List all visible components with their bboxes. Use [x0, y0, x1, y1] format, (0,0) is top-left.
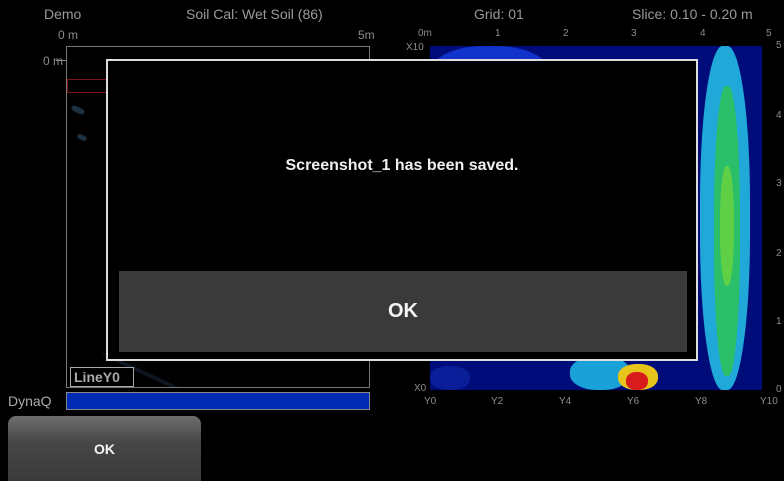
map-x-bottom-1: Y2 — [491, 396, 504, 407]
scan-progress-bar — [66, 392, 370, 410]
map-x-bottom-4: Y8 — [695, 396, 708, 407]
map-y-4: 4 — [776, 110, 782, 121]
cursor-marker — [67, 79, 109, 93]
slice-label: Slice: 0.10 - 0.20 m — [632, 6, 753, 22]
save-confirmation-dialog: Screenshot_1 has been saved. OK — [106, 59, 698, 361]
depth-tick — [56, 60, 66, 61]
left-x-start: 0 m — [58, 28, 79, 42]
signal-area — [720, 166, 734, 286]
project-name: Demo — [44, 6, 82, 22]
map-x-top-0: 0m — [418, 28, 432, 39]
soil-calibration: Soil Cal: Wet Soil (86) — [186, 6, 323, 22]
map-left-bottom: X0 — [414, 383, 427, 394]
map-x-top-4: 4 — [700, 28, 706, 39]
map-x-bottom-0: Y0 — [424, 396, 437, 407]
map-x-bottom-2: Y4 — [559, 396, 572, 407]
line-label: LineY0 — [70, 367, 134, 387]
dialog-message: Screenshot_1 has been saved. — [285, 157, 519, 174]
ok-soft-key[interactable]: OK — [8, 416, 201, 481]
map-y-2: 2 — [776, 248, 782, 259]
map-y-3: 3 — [776, 178, 782, 189]
map-y-0: 0 — [776, 384, 782, 395]
grid-label: Grid: 01 — [474, 6, 524, 22]
signal-area — [430, 366, 470, 390]
map-left-top: X10 — [406, 42, 424, 53]
map-x-top-5: 5 — [766, 28, 772, 39]
map-x-top-2: 2 — [563, 28, 569, 39]
map-x-bottom-5: Y10 — [760, 396, 778, 407]
map-x-top-1: 1 — [495, 28, 501, 39]
app-label: DynaQ — [8, 393, 52, 409]
map-y-1: 1 — [776, 316, 782, 327]
scan-feature — [70, 104, 86, 116]
left-x-end: 5m — [358, 28, 375, 42]
map-x-bottom-3: Y6 — [627, 396, 640, 407]
map-y-5: 5 — [776, 40, 782, 51]
scan-feature — [76, 133, 88, 142]
signal-area — [626, 372, 648, 390]
progress-fill — [67, 393, 369, 409]
map-x-top-3: 3 — [631, 28, 637, 39]
left-depth-top: 0 m — [43, 54, 64, 68]
dialog-ok-button[interactable]: OK — [119, 271, 687, 352]
